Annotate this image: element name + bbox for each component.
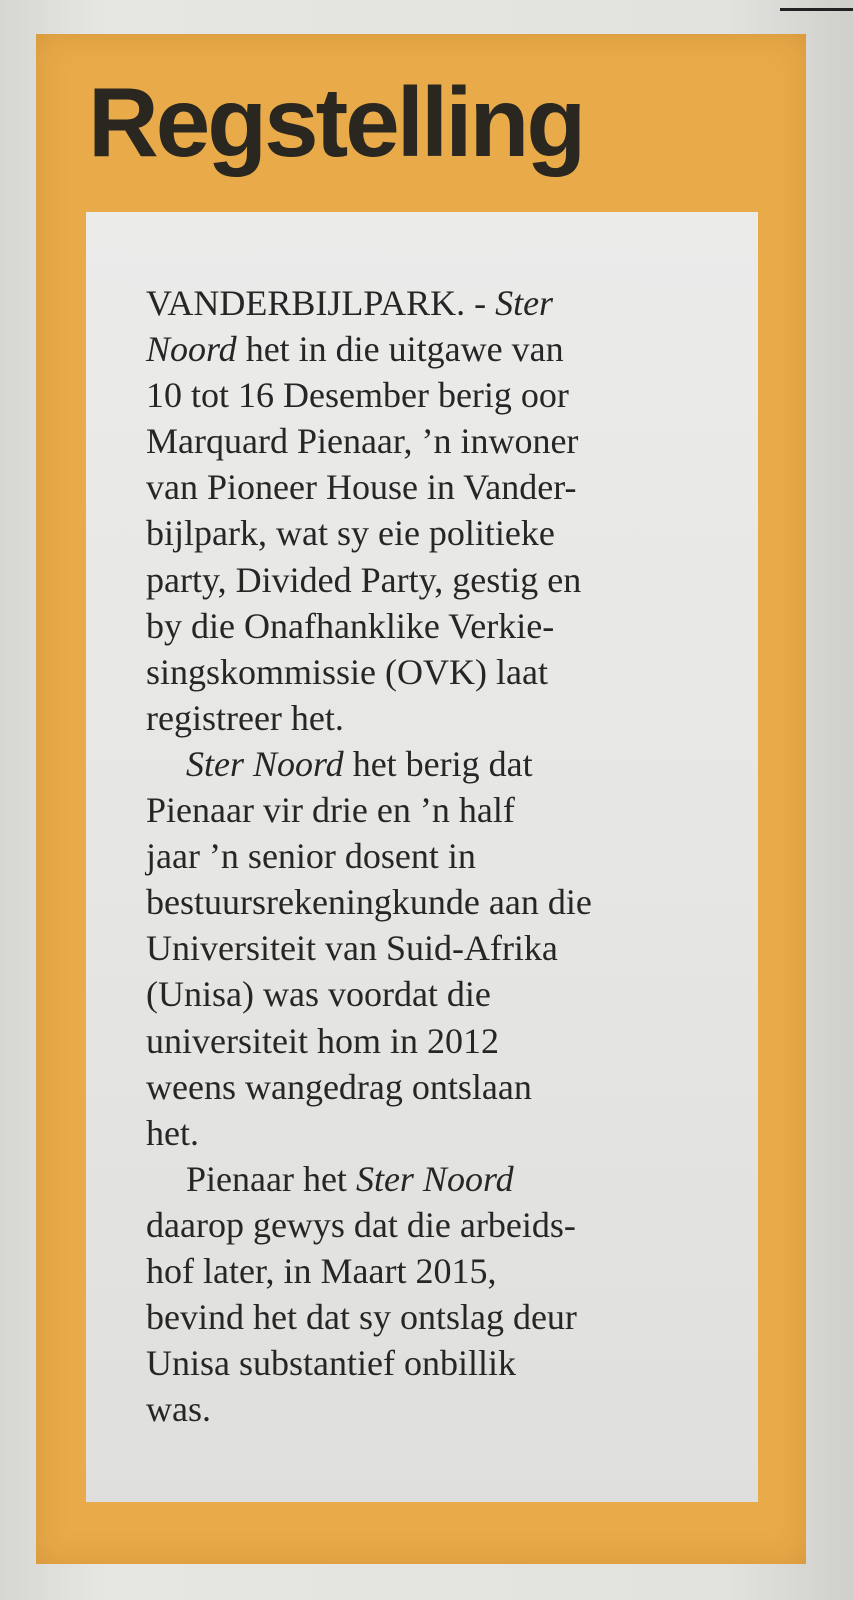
- body-text: bijlpark, wat sy eie politieke: [146, 513, 555, 554]
- newspaper-clipping: Regstelling VANDERBIJLPARK. - Ster Noord …: [0, 0, 853, 1600]
- article-line: Pienaar het Ster Noord: [146, 1156, 758, 1202]
- italic-text: Ster: [495, 283, 554, 323]
- body-text: van Pioneer House in Vander-: [146, 467, 577, 508]
- article-panel: VANDERBIJLPARK. - Ster Noord het in die u…: [86, 212, 758, 1502]
- body-text: Marquard Pienaar, ’n inwoner: [146, 421, 579, 462]
- article-line: was.: [146, 1386, 758, 1432]
- body-text: jaar ’n senior dosent in: [146, 836, 476, 877]
- article-line: jaar ’n senior dosent in: [146, 833, 758, 879]
- body-text: party, Divided Party, gestig en: [146, 559, 582, 600]
- italic-text: Ster Noord: [355, 1158, 514, 1199]
- article-line: Unisa substantief onbillik: [146, 1340, 758, 1386]
- body-text: (Unisa) was voordat die: [146, 974, 491, 1015]
- body-text: het in die uitgawe van: [236, 329, 564, 370]
- article-line: registreer het.: [146, 695, 758, 741]
- body-text: Pienaar vir drie en ’n half: [146, 790, 515, 831]
- article-line: van Pioneer House in Vander-: [146, 464, 758, 510]
- italic-text: Noord: [146, 329, 237, 370]
- article-line: Marquard Pienaar, ’n inwoner: [146, 418, 758, 464]
- body-text: was.: [146, 1389, 211, 1430]
- body-text: hof later, in Maart 2015,: [146, 1250, 497, 1291]
- article-line: 10 tot 16 Desember berig oor: [146, 372, 758, 418]
- article-line: bijlpark, wat sy eie politieke: [146, 510, 758, 556]
- article-line: VANDERBIJLPARK. - Ster: [146, 280, 758, 326]
- page-corner-rule: [780, 0, 853, 11]
- body-text: Pienaar het: [186, 1158, 356, 1199]
- correction-box-frame: Regstelling VANDERBIJLPARK. - Ster Noord …: [36, 34, 806, 1564]
- article-body: VANDERBIJLPARK. - Ster Noord het in die u…: [146, 280, 758, 1432]
- article-line: hof later, in Maart 2015,: [146, 1248, 758, 1294]
- body-text: 10 tot 16 Desember berig oor: [146, 375, 569, 416]
- article-line: bestuursrekeningkunde aan die: [146, 879, 758, 925]
- body-text: singskommissie (OVK) laat: [146, 651, 548, 692]
- article-line: weens wangedrag ontslaan: [146, 1064, 758, 1110]
- article-line: singskommissie (OVK) laat: [146, 649, 758, 695]
- body-text: daarop gewys dat die arbeids-: [146, 1204, 576, 1245]
- article-line: (Unisa) was voordat die: [146, 971, 758, 1017]
- article-line: Universiteit van Suid-Afrika: [146, 925, 758, 971]
- italic-text: Ster Noord: [186, 743, 344, 784]
- article-line: Noord het in die uitgawe van: [146, 326, 758, 372]
- article-line: daarop gewys dat die arbeids-: [146, 1202, 758, 1248]
- body-text: Universiteit van Suid-Afrika: [146, 928, 558, 969]
- body-text: by die Onafhanklike Verkie-: [146, 605, 555, 646]
- body-text: registreer het.: [146, 697, 344, 738]
- article-line: bevind het dat sy ontslag deur: [146, 1294, 758, 1340]
- body-text: het berig dat: [343, 743, 533, 784]
- body-text: bestuursrekeningkunde aan die: [146, 882, 592, 923]
- article-line: Pienaar vir drie en ’n half: [146, 787, 758, 833]
- article-line: universiteit hom in 2012: [146, 1018, 758, 1064]
- body-text: Unisa substantief onbillik: [146, 1343, 516, 1384]
- article-line: party, Divided Party, gestig en: [146, 557, 758, 603]
- body-text: bevind het dat sy ontslag deur: [146, 1297, 577, 1338]
- body-text: universiteit hom in 2012: [146, 1020, 499, 1061]
- article-line: Ster Noord het berig dat: [146, 741, 758, 787]
- body-text: het.: [146, 1112, 199, 1153]
- body-text: VANDERBIJLPARK. -: [146, 283, 496, 323]
- article-line: by die Onafhanklike Verkie-: [146, 603, 758, 649]
- headline: Regstelling: [88, 67, 586, 177]
- article-line: het.: [146, 1110, 758, 1156]
- body-text: weens wangedrag ontslaan: [146, 1066, 532, 1107]
